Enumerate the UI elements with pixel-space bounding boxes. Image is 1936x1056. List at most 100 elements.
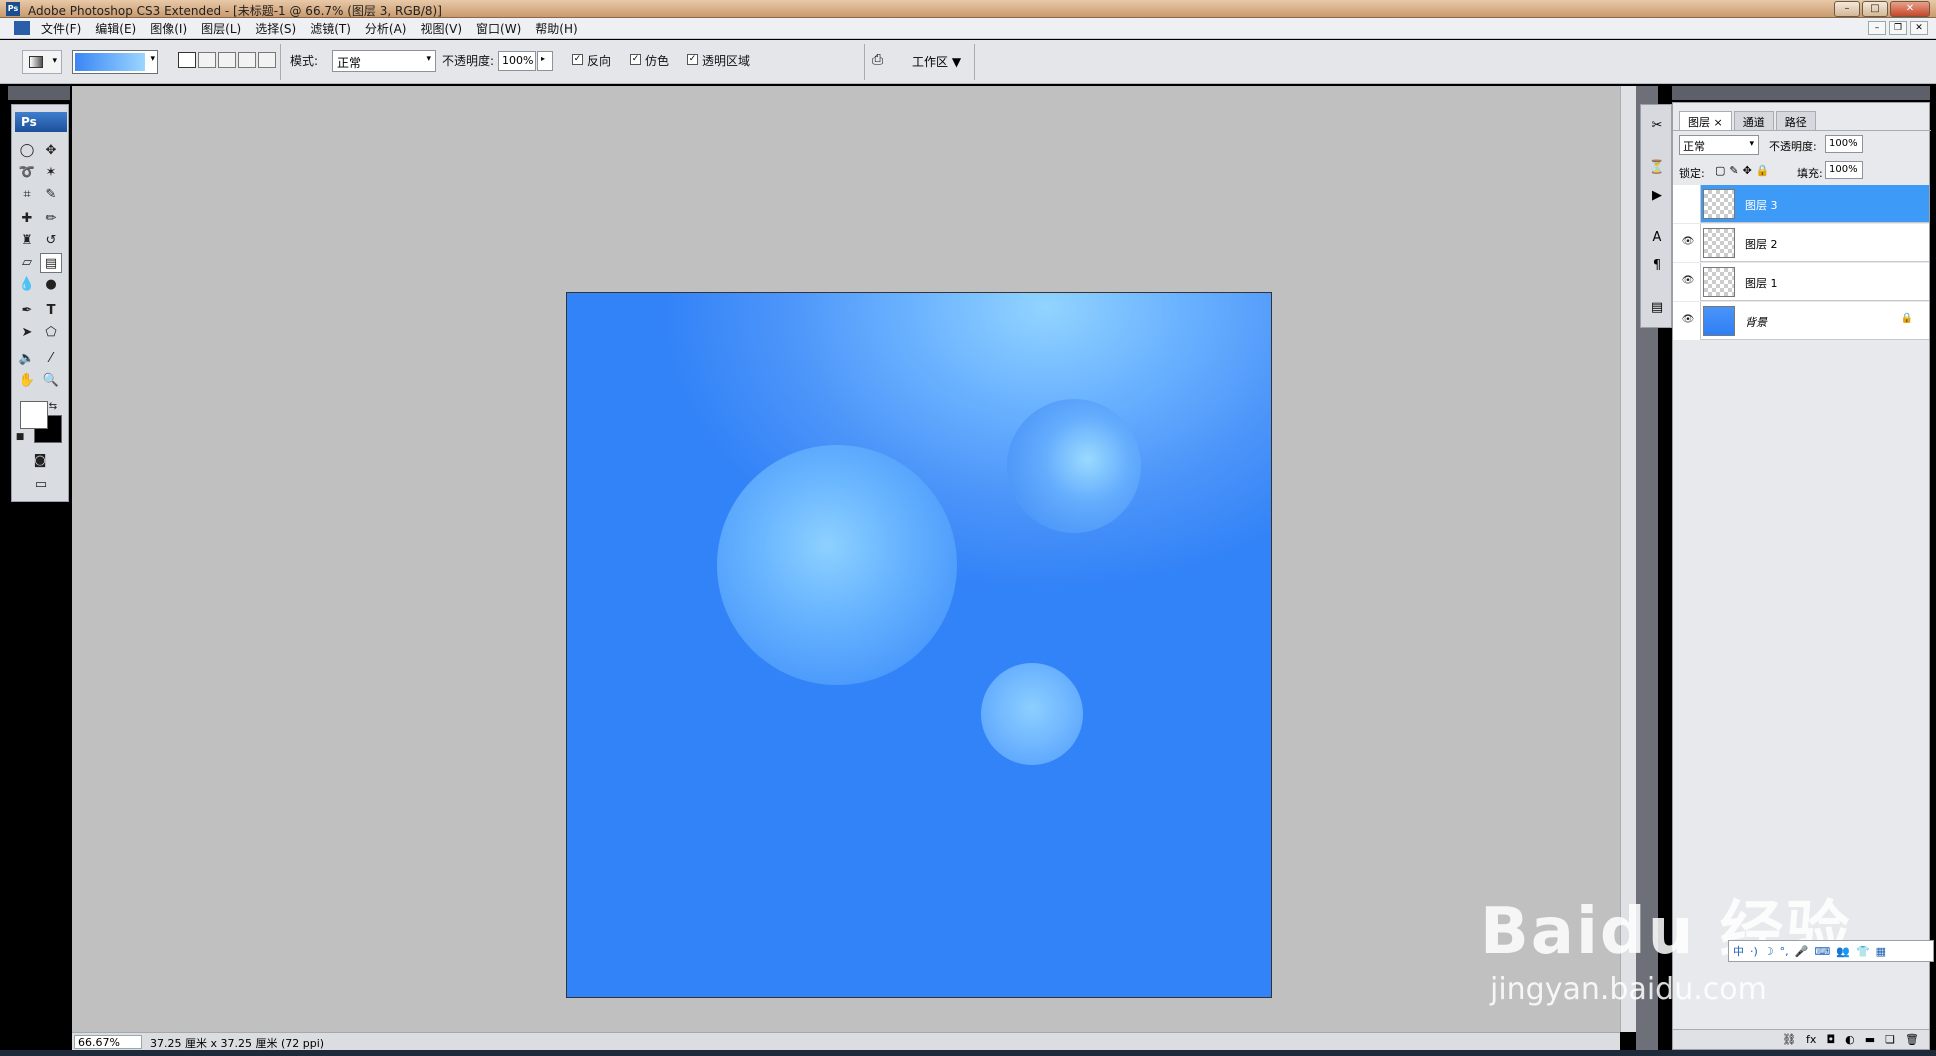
layer-mask-icon[interactable]: ◘ bbox=[1826, 1033, 1835, 1046]
doc-close-button[interactable]: ✕ bbox=[1910, 21, 1928, 35]
screen-mode-icon[interactable]: ▭ bbox=[24, 475, 58, 495]
linear-gradient-button[interactable] bbox=[178, 52, 196, 68]
ime-punct-icon[interactable]: ·) bbox=[1750, 945, 1758, 958]
doc-restore-button[interactable]: ❐ bbox=[1889, 21, 1907, 35]
radial-gradient-button[interactable] bbox=[198, 52, 216, 68]
transparency-checkbox[interactable]: ✓ bbox=[687, 54, 698, 65]
menu-filter[interactable]: 滤镜(T) bbox=[303, 20, 358, 37]
layer-row[interactable]: 👁 图层 2 bbox=[1673, 224, 1929, 262]
document-canvas[interactable] bbox=[566, 292, 1272, 998]
dodge-tool-icon[interactable]: ● bbox=[40, 275, 62, 295]
history-icon[interactable]: ⏳ bbox=[1646, 157, 1668, 179]
pen-tool-icon[interactable]: ✒ bbox=[16, 301, 38, 321]
menu-layer[interactable]: 图层(L) bbox=[194, 20, 248, 37]
magic-wand-tool-icon[interactable]: ✶ bbox=[40, 163, 62, 183]
trash-icon[interactable]: 🗑 bbox=[1905, 1033, 1919, 1046]
zoom-input[interactable]: 66.67% bbox=[74, 1035, 142, 1049]
layer-name[interactable]: 图层 1 bbox=[1745, 275, 1778, 291]
ime-moon-icon[interactable]: ☽ bbox=[1764, 945, 1774, 958]
zoom-tool-icon[interactable]: 🔍 bbox=[40, 371, 62, 391]
default-colors-icon[interactable]: ■ bbox=[14, 427, 26, 447]
layer-name[interactable]: 图层 3 bbox=[1745, 197, 1778, 213]
new-group-icon[interactable]: ▬ bbox=[1865, 1033, 1875, 1046]
workspace-button[interactable]: 工作区 ▼ bbox=[912, 53, 961, 70]
layer-comps-icon[interactable]: ▤ bbox=[1646, 297, 1668, 319]
menu-window[interactable]: 窗口(W) bbox=[469, 20, 528, 37]
crop-tool-icon[interactable]: ⌗ bbox=[16, 185, 38, 205]
angle-gradient-button[interactable] bbox=[218, 52, 236, 68]
blend-mode-select[interactable]: 正常 ▾ bbox=[1679, 135, 1759, 155]
brush-tool-icon[interactable]: ✏ bbox=[40, 209, 62, 229]
clone-stamp-tool-icon[interactable]: ♜ bbox=[16, 231, 38, 251]
tab-channels[interactable]: 通道 bbox=[1733, 111, 1774, 130]
bridge-icon[interactable]: ⎙ bbox=[872, 52, 883, 68]
gradient-tool-icon[interactable]: ▤ bbox=[40, 253, 62, 273]
mode-select[interactable]: 正常 ▾ bbox=[332, 50, 436, 72]
tab-paths[interactable]: 路径 bbox=[1775, 111, 1816, 130]
shape-tool-icon[interactable]: ⬠ bbox=[40, 323, 62, 343]
reverse-checkbox[interactable]: ✓ bbox=[572, 54, 583, 65]
menu-help[interactable]: 帮助(H) bbox=[528, 20, 584, 37]
maximize-button[interactable]: □ bbox=[1862, 1, 1888, 17]
move-tool-icon[interactable]: ✥ bbox=[40, 141, 62, 161]
layer-row[interactable]: 👁 图层 3 bbox=[1673, 185, 1929, 223]
fill-input[interactable]: 100% bbox=[1825, 161, 1863, 179]
new-layer-icon[interactable]: ❏ bbox=[1885, 1033, 1895, 1046]
layer-row[interactable]: 👁 背景 🔒 bbox=[1673, 302, 1929, 340]
document-info[interactable]: 37.25 厘米 x 37.25 厘米 (72 ppi) bbox=[150, 1035, 324, 1051]
gradient-picker[interactable]: ▾ bbox=[72, 50, 158, 74]
layer-opacity-input[interactable]: 100% bbox=[1825, 135, 1863, 153]
lock-icons[interactable]: ▢✎✥🔒 bbox=[1715, 164, 1774, 177]
type-tool-icon[interactable]: T bbox=[40, 301, 62, 321]
lasso-tool-icon[interactable]: ➰ bbox=[16, 163, 38, 183]
slice-tool-icon[interactable]: ✎ bbox=[40, 185, 62, 205]
adjustment-layer-icon[interactable]: ◐ bbox=[1845, 1033, 1855, 1046]
layer-style-icon[interactable]: fx bbox=[1806, 1033, 1816, 1046]
menu-image[interactable]: 图像(I) bbox=[143, 20, 194, 37]
diamond-gradient-button[interactable] bbox=[258, 52, 276, 68]
character-icon[interactable]: A bbox=[1646, 227, 1668, 249]
menu-edit[interactable]: 编辑(E) bbox=[88, 20, 143, 37]
document-icon[interactable] bbox=[14, 21, 30, 35]
tool-preset-picker[interactable]: ▾ bbox=[22, 50, 62, 74]
tools-preset-icon[interactable]: ✂ bbox=[1646, 115, 1668, 137]
grid-icon[interactable]: ▦ bbox=[1876, 945, 1886, 958]
skin-icon[interactable]: 👕 bbox=[1856, 945, 1870, 958]
path-selection-tool-icon[interactable]: ➤ bbox=[16, 323, 38, 343]
actions-icon[interactable]: ▶ bbox=[1646, 185, 1668, 207]
quick-mask-icon[interactable]: ◙ bbox=[28, 451, 52, 471]
microphone-icon[interactable]: 🎤 bbox=[1795, 945, 1809, 958]
layer-name[interactable]: 背景 bbox=[1745, 314, 1767, 330]
foreground-color-swatch[interactable] bbox=[20, 401, 48, 429]
visibility-toggle[interactable]: 👁 bbox=[1673, 185, 1701, 223]
visibility-toggle[interactable]: 👁 bbox=[1673, 302, 1701, 340]
menu-select[interactable]: 选择(S) bbox=[248, 20, 303, 37]
visibility-toggle[interactable]: 👁 bbox=[1673, 263, 1701, 301]
panel-header[interactable] bbox=[1672, 86, 1930, 100]
close-button[interactable]: ✕ bbox=[1890, 1, 1930, 17]
ime-width-icon[interactable]: °, bbox=[1780, 945, 1789, 958]
swap-colors-icon[interactable]: ⇆ bbox=[46, 397, 60, 417]
notes-tool-icon[interactable]: 🔈 bbox=[16, 349, 38, 369]
toolbox-header[interactable] bbox=[8, 86, 70, 100]
users-icon[interactable]: 👥 bbox=[1836, 945, 1850, 958]
keyboard-icon[interactable]: ⌨ bbox=[1814, 945, 1830, 958]
opacity-input[interactable]: 100% bbox=[498, 51, 536, 71]
menu-view[interactable]: 视图(V) bbox=[413, 20, 469, 37]
layer-name[interactable]: 图层 2 bbox=[1745, 236, 1778, 252]
ime-mode-icon[interactable]: 中 bbox=[1733, 943, 1744, 959]
link-layers-icon[interactable]: ⛓ bbox=[1782, 1033, 1796, 1046]
eyedropper-tool-icon[interactable]: ⁄ bbox=[40, 349, 62, 369]
dither-checkbox[interactable]: ✓ bbox=[630, 54, 641, 65]
menu-analysis[interactable]: 分析(A) bbox=[358, 20, 414, 37]
paragraph-icon[interactable]: ¶ bbox=[1646, 255, 1668, 277]
marquee-tool-icon[interactable]: ◯ bbox=[16, 141, 38, 161]
doc-minimize-button[interactable]: – bbox=[1868, 21, 1886, 35]
tab-layers[interactable]: 图层 × bbox=[1679, 111, 1732, 130]
eraser-tool-icon[interactable]: ▱ bbox=[16, 253, 38, 273]
menu-file[interactable]: 文件(F) bbox=[34, 20, 88, 37]
visibility-toggle[interactable]: 👁 bbox=[1673, 224, 1701, 262]
history-brush-tool-icon[interactable]: ↺ bbox=[40, 231, 62, 251]
reflected-gradient-button[interactable] bbox=[238, 52, 256, 68]
hand-tool-icon[interactable]: ✋ bbox=[16, 371, 38, 391]
